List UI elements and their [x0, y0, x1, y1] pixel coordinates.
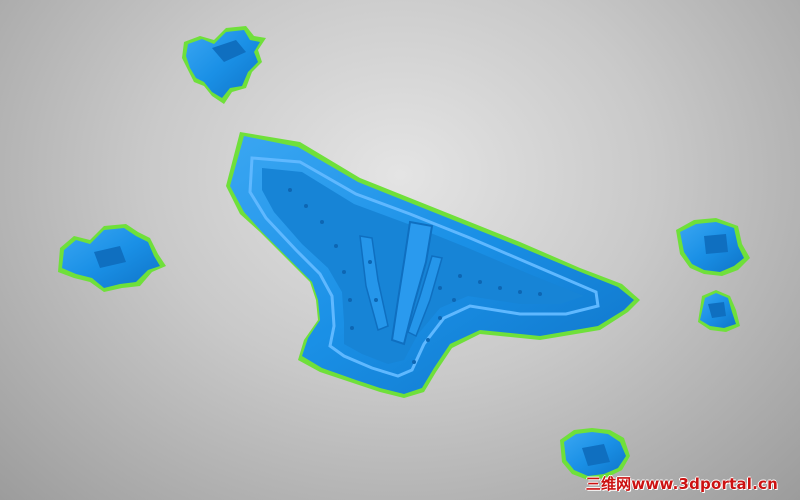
scan-fragment-right-small[interactable]: [698, 290, 740, 332]
scan-scene: [58, 26, 750, 480]
scan-fragment-top-left[interactable]: [182, 26, 266, 104]
scan-fragment-right[interactable]: [676, 218, 750, 276]
scan-fragment-left[interactable]: [58, 224, 166, 292]
site-watermark: 三维网www.3dportal.cn: [585, 475, 778, 493]
3d-scan-viewport[interactable]: 三维网www.3dportal.cn: [0, 0, 800, 500]
scanned-panel-mesh[interactable]: [226, 132, 640, 398]
